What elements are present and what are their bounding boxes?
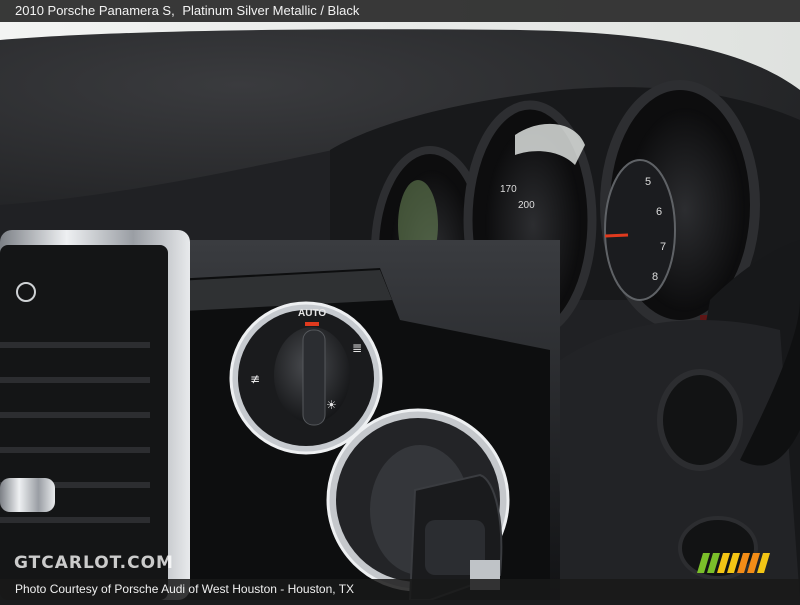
brand-stripes-icon	[697, 553, 770, 573]
dashboard-scene: 3 4 5 170 200 5 6 7 8 AUTO ≢ ≣ ☀	[0, 0, 800, 601]
light-switch-auto-label: AUTO	[298, 308, 326, 319]
svg-text:≣: ≣	[352, 341, 362, 355]
svg-text:☀: ☀	[326, 398, 337, 412]
vehicle-name: 2010 Porsche Panamera S,	[15, 3, 175, 18]
dashboard-photo: 3 4 5 170 200 5 6 7 8 AUTO ≢ ≣ ☀	[0, 0, 800, 601]
photo-credit: Photo Courtesy of Porsche Audi of West H…	[15, 582, 355, 596]
photo-credit-bar: Photo Courtesy of Porsche Audi of West H…	[0, 579, 800, 600]
vehicle-colors: Platinum Silver Metallic / Black	[182, 3, 360, 18]
page-title: 2010 Porsche Panamera S, Platinum Silver…	[15, 0, 363, 22]
header-bar: 2010 Porsche Panamera S, Platinum Silver…	[0, 0, 800, 22]
svg-text:5: 5	[645, 176, 651, 188]
speedo-tick-200: 200	[518, 200, 535, 211]
svg-text:8: 8	[652, 271, 658, 283]
svg-text:6: 6	[656, 206, 662, 218]
speedo-tick-170: 170	[500, 184, 517, 195]
watermark-logo: GTCARLOT.COM	[14, 553, 174, 573]
svg-text:7: 7	[660, 241, 666, 253]
svg-text:≢: ≢	[250, 372, 260, 386]
